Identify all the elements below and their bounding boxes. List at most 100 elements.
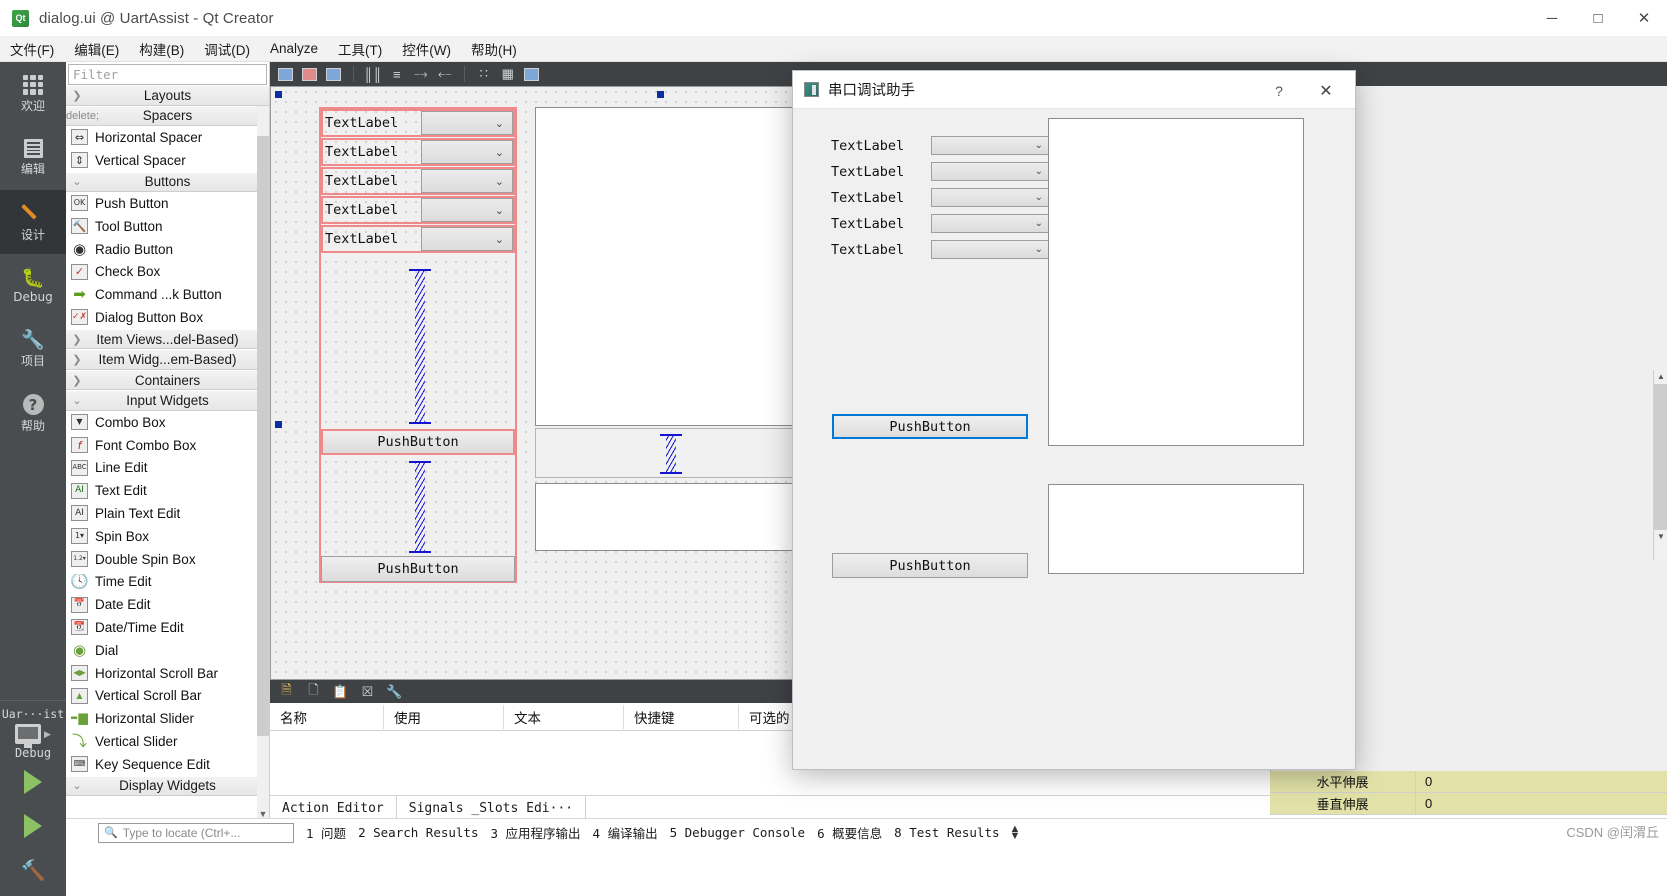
dialog-form-combobox[interactable]: ⌄: [931, 240, 1051, 259]
widget-group-layouts[interactable]: ❯ Layouts: [66, 85, 269, 106]
dialog-form-combobox[interactable]: ⌄: [931, 188, 1051, 207]
canvas-pushbutton-2[interactable]: PushButton: [321, 556, 515, 582]
action-col-name[interactable]: 名称: [270, 704, 384, 729]
canvas-pushbutton-1[interactable]: PushButton: [321, 429, 515, 455]
widget-item-horizontal-scroll-bar[interactable]: ◀▶ Horizontal Scroll Bar: [66, 662, 269, 685]
widget-group-item-views[interactable]: ❯ Item Views...del-Based): [66, 328, 269, 350]
menu-analyze[interactable]: Analyze: [260, 38, 328, 59]
widget-item-dial[interactable]: ◉ Dial: [66, 639, 269, 662]
maximize-button[interactable]: □: [1575, 0, 1621, 36]
widget-item-radio-button[interactable]: ◉ Radio Button: [66, 238, 269, 261]
copy-action-icon[interactable]: 🗋: [305, 682, 322, 700]
vertical-spacer-2[interactable]: [409, 461, 431, 553]
output-pane-issues[interactable]: 1 问题: [306, 823, 346, 842]
form-row-combobox[interactable]: ⌄: [421, 140, 513, 164]
vertical-spacer-3[interactable]: [660, 434, 682, 474]
layout-horizontally-splitter-button[interactable]: ⤍: [409, 64, 433, 84]
widget-item-date-time-edit[interactable]: 📆 Date/Time Edit: [66, 616, 269, 639]
dialog-form-combobox[interactable]: ⌄: [931, 136, 1051, 155]
form-row-4[interactable]: TextLabel ⌄: [321, 196, 515, 224]
break-layout-button[interactable]: [520, 64, 544, 84]
widget-group-containers[interactable]: ❯ Containers: [66, 369, 269, 391]
menu-file[interactable]: 文件(F): [0, 36, 64, 62]
kit-target-row[interactable]: ▶: [0, 724, 66, 748]
action-col-shortcut[interactable]: 快捷键: [624, 704, 739, 729]
mode-projects[interactable]: 🔧 项目: [0, 318, 66, 382]
right-edge-scrollbar[interactable]: ▲ ▼: [1653, 370, 1667, 560]
widget-item-horizontal-spacer[interactable]: ⇔ Horizontal Spacer: [66, 126, 269, 149]
widget-item-line-edit[interactable]: ABC Line Edit: [66, 456, 269, 479]
dialog-help-button[interactable]: ?: [1267, 80, 1291, 102]
widget-group-spacers[interactable]: delete; Spacers: [66, 105, 269, 126]
close-button[interactable]: ✕: [1621, 0, 1667, 36]
locator-input[interactable]: 🔍 Type to locate (Ctrl+...: [98, 822, 294, 843]
menu-debug[interactable]: 调试(D): [194, 36, 260, 62]
mode-edit[interactable]: 编辑: [0, 126, 66, 190]
widget-list-scroll-thumb[interactable]: [257, 136, 269, 736]
form-row-label[interactable]: TextLabel: [323, 227, 421, 251]
menu-tools[interactable]: 工具(T): [328, 36, 392, 62]
scroll-down-icon[interactable]: ▼: [1654, 530, 1667, 544]
scroll-thumb[interactable]: [1654, 384, 1667, 530]
widget-item-command-link-button[interactable]: ➡ Command ...k Button: [66, 283, 269, 306]
mode-debug[interactable]: 🐛 Debug: [0, 254, 66, 318]
widget-item-font-combo-box[interactable]: f Font Combo Box: [66, 434, 269, 457]
widget-item-combo-box[interactable]: ▼ Combo Box: [66, 411, 269, 434]
mode-help[interactable]: ? 帮助: [0, 382, 66, 446]
widget-list-scrollbar[interactable]: [257, 106, 269, 821]
action-col-used[interactable]: 使用: [384, 704, 504, 729]
dialog-close-button[interactable]: ✕: [1311, 80, 1341, 102]
form-row-3[interactable]: TextLabel ⌄: [321, 167, 515, 195]
widget-group-item-widgets[interactable]: ❯ Item Widg...em-Based): [66, 349, 269, 370]
widget-item-plain-text-edit[interactable]: AI Plain Text Edit: [66, 502, 269, 525]
property-value[interactable]: 0: [1416, 793, 1667, 814]
widget-item-vertical-scroll-bar[interactable]: ▲ Vertical Scroll Bar: [66, 684, 269, 707]
configure-action-icon[interactable]: 🔧: [386, 683, 403, 700]
layout-vertically-button[interactable]: ≡: [385, 64, 409, 84]
edit-signals-slots-button[interactable]: [274, 64, 298, 84]
layout-grid-button[interactable]: ▦: [496, 64, 520, 84]
paste-action-icon[interactable]: 📋: [332, 683, 349, 700]
widget-item-text-edit[interactable]: AI Text Edit: [66, 479, 269, 502]
widget-item-vertical-slider[interactable]: ⤵ Vertical Slider: [66, 730, 269, 753]
selection-handle-top[interactable]: [275, 91, 282, 98]
widget-item-double-spin-box[interactable]: 1.2▾ Double Spin Box: [66, 548, 269, 571]
widget-item-key-sequence-edit[interactable]: ⌨ Key Sequence Edit: [66, 753, 269, 776]
layout-horizontally-button[interactable]: ║║: [361, 64, 385, 84]
form-row-combobox[interactable]: ⌄: [421, 227, 513, 251]
canvas-output-top[interactable]: [535, 107, 795, 426]
widget-item-time-edit[interactable]: 🕓 Time Edit: [66, 570, 269, 593]
form-row-1[interactable]: TextLabel ⌄: [321, 109, 515, 137]
widget-item-dialog-button-box[interactable]: ✓✗ Dialog Button Box: [66, 306, 269, 329]
widget-item-spin-box[interactable]: 1▾ Spin Box: [66, 525, 269, 548]
scroll-up-icon[interactable]: ▲: [1654, 370, 1667, 384]
mode-welcome[interactable]: 欢迎: [0, 62, 66, 126]
form-row-combobox[interactable]: ⌄: [421, 198, 513, 222]
output-pane-debugger-console[interactable]: 5 Debugger Console: [670, 825, 805, 840]
widget-item-vertical-spacer[interactable]: ⇕ Vertical Spacer: [66, 149, 269, 172]
delete-action-icon[interactable]: ☒: [359, 683, 376, 700]
dialog-secondary-pushbutton[interactable]: PushButton: [832, 553, 1028, 578]
edit-tab-order-button[interactable]: [322, 64, 346, 84]
run-button[interactable]: [0, 760, 66, 804]
output-pane-test-results[interactable]: 8 Test Results: [894, 825, 999, 840]
form-row-combobox[interactable]: ⌄: [421, 169, 513, 193]
debug-run-button[interactable]: [0, 804, 66, 848]
widget-item-tool-button[interactable]: 🔨 Tool Button: [66, 215, 269, 238]
form-row-label[interactable]: TextLabel: [323, 198, 421, 222]
layout-vertically-splitter-button[interactable]: ⤌: [433, 64, 457, 84]
form-layout-group[interactable]: TextLabel ⌄ TextLabel ⌄ TextLabel ⌄ Text…: [319, 107, 517, 583]
build-button[interactable]: 🔨: [0, 848, 66, 892]
dialog-receive-textarea[interactable]: [1048, 118, 1304, 446]
widget-list[interactable]: ❯ Layouts delete; Spacers ⇔ Horizontal S…: [66, 85, 269, 821]
mode-design[interactable]: 设计: [0, 190, 66, 254]
dialog-form-combobox[interactable]: ⌄: [931, 214, 1051, 233]
output-pane-application-output[interactable]: 3 应用程序输出: [490, 823, 580, 842]
widget-filter-input[interactable]: Filter: [68, 64, 267, 85]
new-action-icon[interactable]: 🗎: [278, 682, 295, 700]
output-pane-selector-icon[interactable]: ▲ ▼: [1010, 823, 1021, 841]
output-pane-compile-output[interactable]: 4 编译输出: [593, 823, 658, 842]
property-value[interactable]: 0: [1416, 771, 1667, 792]
selection-handle-top-right[interactable]: [657, 91, 664, 98]
output-pane-general-messages[interactable]: 6 概要信息: [817, 823, 882, 842]
